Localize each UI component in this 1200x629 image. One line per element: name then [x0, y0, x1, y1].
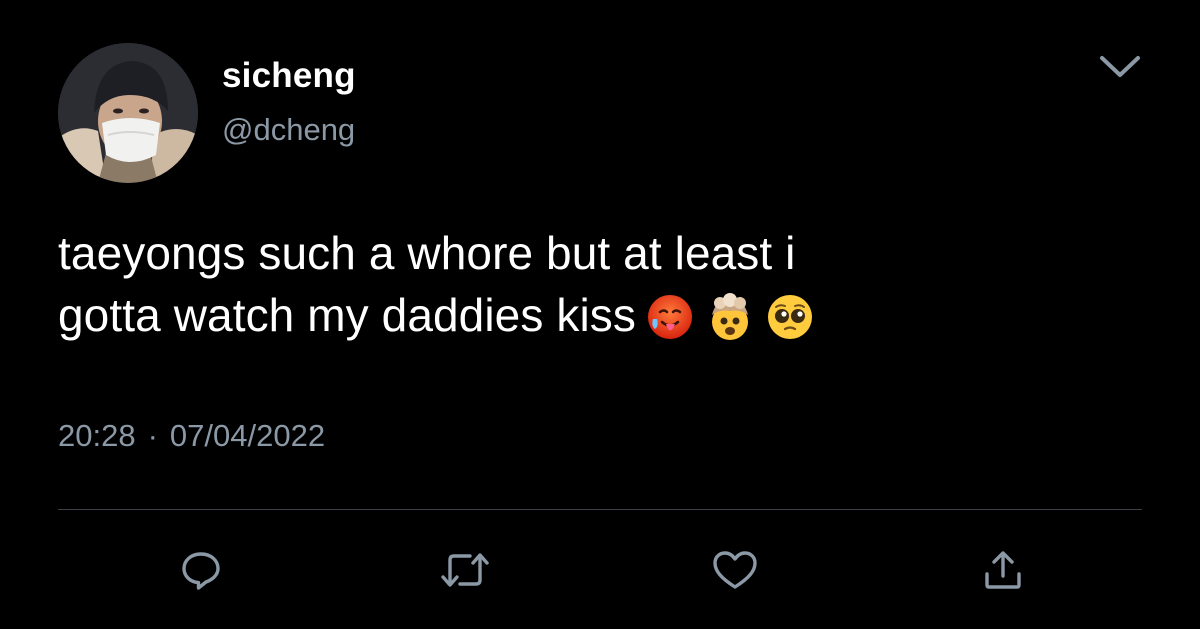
chevron-down-icon[interactable]: [1096, 48, 1144, 84]
exploding-head-emoji-icon: [711, 292, 748, 340]
avatar[interactable]: [58, 43, 198, 183]
like-icon: [713, 551, 757, 589]
divider: [58, 509, 1142, 510]
retweet-button[interactable]: [440, 545, 490, 595]
tweet-text: taeyongs such a whore but at least i got…: [58, 222, 1158, 350]
profile-photo-icon: [58, 43, 198, 183]
tweet-text-line-2-words: gotta watch my daddies kiss: [58, 289, 636, 341]
user-handle[interactable]: @dcheng: [222, 110, 355, 150]
share-icon: [985, 551, 1021, 589]
like-button[interactable]: [710, 545, 760, 595]
display-name[interactable]: sicheng: [222, 54, 356, 98]
share-button[interactable]: [978, 545, 1028, 595]
retweet-icon: [441, 553, 489, 587]
tweet-text-line-1: taeyongs such a whore but at least i: [58, 227, 796, 279]
tweet-text-line-2: gotta watch my daddies kiss: [58, 284, 1158, 350]
tweet-date: 07/04/2022: [169, 418, 326, 453]
tweet-time: 20:28: [58, 418, 136, 453]
emoji-row: [646, 282, 826, 344]
tweet-timestamp[interactable]: 20:28 · 07/04/2022: [58, 416, 325, 456]
reply-button[interactable]: [176, 545, 226, 595]
meta-separator: ·: [147, 418, 158, 453]
hot-face-emoji-icon: [647, 294, 692, 339]
pleading-face-emoji-icon: [767, 294, 812, 339]
reply-icon: [182, 552, 220, 590]
